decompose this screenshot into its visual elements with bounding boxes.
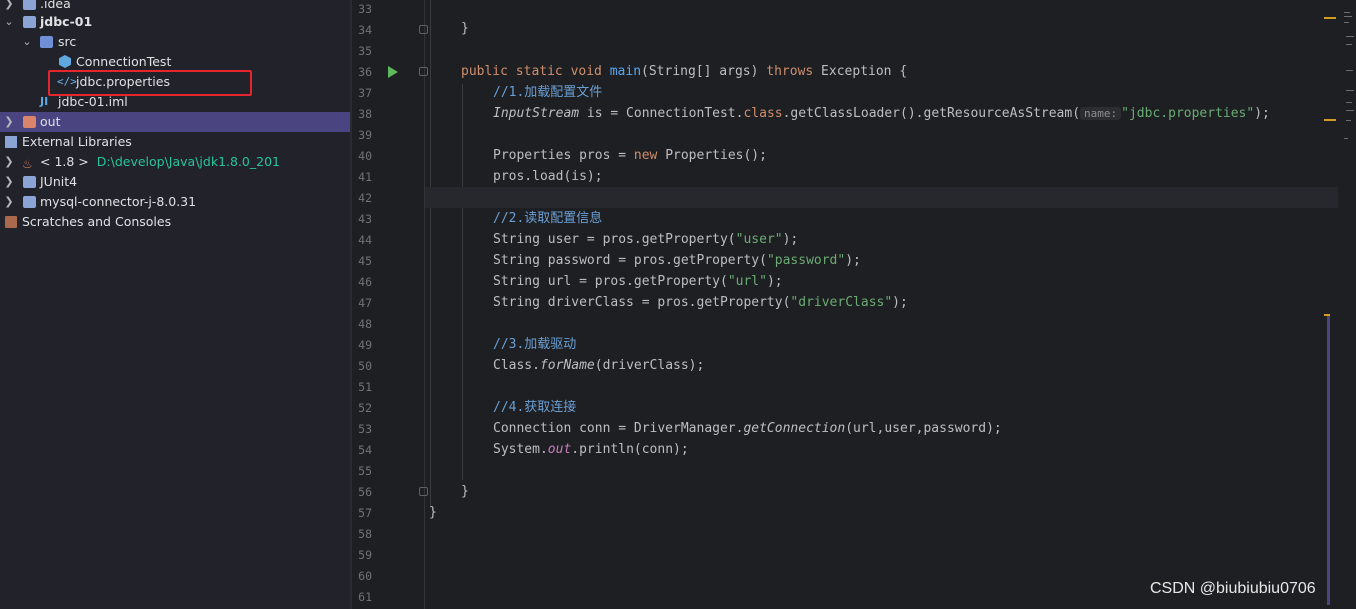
line-number: 44 — [358, 233, 372, 247]
warning-marker[interactable] — [1324, 314, 1330, 316]
tree-item-jdk[interactable]: ❯ ♨ < 1.8 > D:\develop\Java\jdk1.8.0_201 — [0, 152, 350, 172]
line-number: 39 — [358, 128, 372, 142]
tree-item-jdbc-01[interactable]: ⌄ jdbc-01 — [0, 12, 350, 32]
line-number: 57 — [358, 506, 372, 520]
line-number: 53 — [358, 422, 372, 436]
code-line-41: pros.load(is); — [493, 169, 603, 184]
minimap[interactable] — [1342, 10, 1354, 150]
line-number: 40 — [358, 149, 372, 163]
code-line-54: System.out.println(conn); — [493, 442, 689, 457]
code-line-44: String user = pros.getProperty("user"); — [493, 232, 799, 247]
line-number: 41 — [358, 170, 372, 184]
line-number: 47 — [358, 296, 372, 310]
code-line-46: String url = pros.getProperty("url"); — [493, 274, 783, 289]
library-stack-icon — [5, 136, 17, 148]
line-number: 46 — [358, 275, 372, 289]
jdk-path: D:\develop\Java\jdk1.8.0_201 — [96, 154, 280, 169]
annotation-highlight-box — [48, 70, 252, 96]
code-line-36: public static void main(String[] args) t… — [461, 64, 908, 79]
line-number: 56 — [358, 485, 372, 499]
line-number: 60 — [358, 569, 372, 583]
code-line-53: Connection conn = DriverManager.getConne… — [493, 421, 1002, 436]
run-main-icon[interactable] — [388, 66, 398, 78]
java-class-icon — [59, 55, 71, 68]
line-number: 38 — [358, 107, 372, 121]
tree-item-junit4[interactable]: ❯ JUnit4 — [0, 172, 350, 192]
line-number: 58 — [358, 527, 372, 541]
line-number: 34 — [358, 23, 372, 37]
line-number: 48 — [358, 317, 372, 331]
code-editor[interactable]: } public static void main(String[] args)… — [425, 0, 1338, 609]
warning-marker[interactable] — [1324, 119, 1336, 121]
line-number: 33 — [358, 2, 372, 16]
line-number: 59 — [358, 548, 372, 562]
project-tree: ❯ .idea ⌄ jdbc-01 ⌄ src ConnectionTest <… — [0, 0, 350, 609]
tree-item-scratches[interactable]: Scratches and Consoles — [0, 212, 350, 232]
line-number: 55 — [358, 464, 372, 478]
tree-item-out[interactable]: ❯ out — [0, 112, 350, 132]
line-number: 54 — [358, 443, 372, 457]
library-icon — [23, 176, 36, 188]
source-folder-icon — [40, 36, 53, 48]
line-number: 45 — [358, 254, 372, 268]
code-line-50: Class.forName(driverClass); — [493, 358, 705, 373]
chevron-right-icon[interactable]: ❯ — [2, 152, 16, 172]
line-number: 42 — [358, 191, 372, 205]
tree-item-mysql-connector[interactable]: ❯ mysql-connector-j-8.0.31 — [0, 192, 350, 212]
code-line-57: } — [429, 505, 437, 520]
code-line-42-current — [425, 187, 1338, 208]
chevron-right-icon[interactable]: ❯ — [2, 192, 16, 212]
code-line-45: String password = pros.getProperty("pass… — [493, 253, 861, 268]
code-line-38: InputStream is = ConnectionTest.class.ge… — [493, 106, 1270, 121]
line-number: 49 — [358, 338, 372, 352]
parameter-hint: name: — [1080, 107, 1122, 120]
line-number: 35 — [358, 44, 372, 58]
watermark: CSDN @biubiubiu0706 — [1150, 580, 1316, 597]
line-number: 51 — [358, 380, 372, 394]
code-line-37: //1.加载配置文件 — [493, 85, 603, 100]
line-number: 52 — [358, 401, 372, 415]
library-icon — [23, 196, 36, 208]
chevron-down-icon[interactable]: ⌄ — [20, 32, 34, 52]
tree-item-connectiontest[interactable]: ConnectionTest — [0, 52, 350, 72]
tree-item-src[interactable]: ⌄ src — [0, 32, 350, 52]
code-line-56: } — [461, 484, 469, 499]
folder-icon — [23, 0, 36, 10]
code-line-34: } — [461, 21, 469, 36]
tree-item-external-libraries[interactable]: External Libraries — [0, 132, 350, 152]
line-number: 36 — [358, 65, 372, 79]
code-line-40: Properties pros = new Properties(); — [493, 148, 767, 163]
chevron-right-icon[interactable]: ❯ — [2, 172, 16, 192]
code-line-52: //4.获取连接 — [493, 400, 577, 415]
module-folder-icon — [23, 16, 36, 28]
line-number: 43 — [358, 212, 372, 226]
line-number: 50 — [358, 359, 372, 373]
code-line-43: //2.读取配置信息 — [493, 211, 603, 226]
line-number: 37 — [358, 86, 372, 100]
output-folder-icon — [23, 116, 36, 128]
jdk-icon: ♨ — [22, 157, 33, 171]
chevron-right-icon[interactable]: ❯ — [2, 112, 16, 132]
jdk-version-label: < 1.8 > — [40, 154, 89, 169]
scratches-icon — [5, 216, 17, 228]
chevron-down-icon[interactable]: ⌄ — [2, 12, 16, 32]
vertical-scrollbar[interactable] — [1327, 315, 1330, 605]
line-number: 61 — [358, 590, 372, 604]
code-line-47: String driverClass = pros.getProperty("d… — [493, 295, 908, 310]
code-line-49: //3.加载驱动 — [493, 337, 577, 352]
warning-marker[interactable] — [1324, 17, 1336, 19]
